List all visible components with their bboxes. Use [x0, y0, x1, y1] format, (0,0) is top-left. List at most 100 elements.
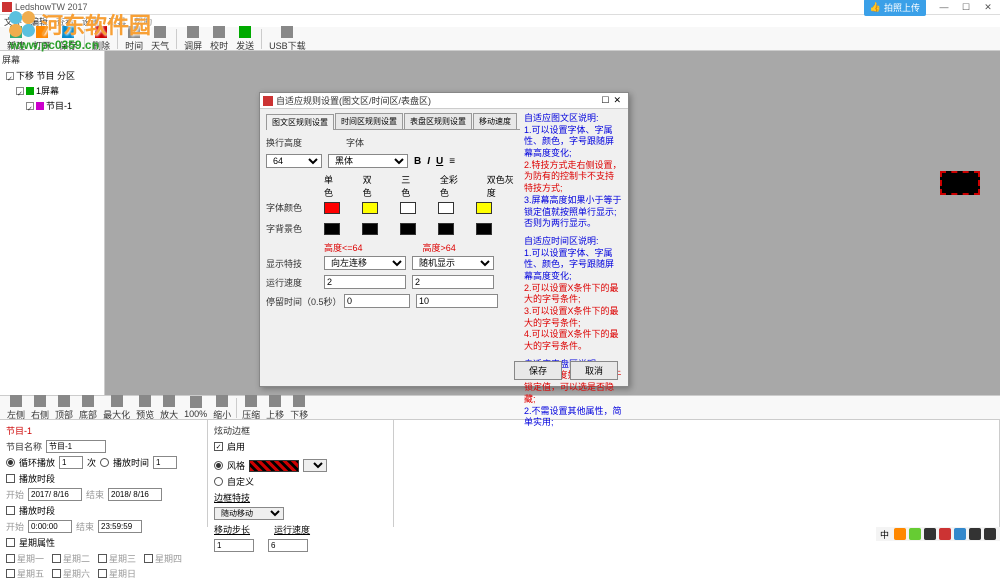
tb-new[interactable]: 新建 — [4, 26, 28, 52]
week-checkbox[interactable] — [98, 569, 107, 578]
upload-button[interactable]: 👍 拍照上传 — [864, 0, 926, 16]
loop-radio[interactable] — [6, 458, 15, 467]
close-button[interactable]: ✕ — [978, 2, 998, 13]
checkbox-icon[interactable] — [16, 87, 24, 95]
border-effect-select[interactable]: 随动移动 — [214, 507, 284, 520]
dialog-close-button[interactable]: ✕ — [609, 95, 625, 106]
program-name-input[interactable] — [46, 440, 106, 453]
btb-zoomin[interactable]: 放大 — [157, 395, 181, 421]
status-icon[interactable] — [969, 528, 981, 540]
status-icon[interactable] — [984, 528, 996, 540]
playtime-radio[interactable] — [100, 458, 109, 467]
tb-save[interactable]: 保存 — [56, 26, 80, 52]
tree-node[interactable]: 1屏幕 — [2, 83, 102, 98]
btb-left[interactable]: 左侧 — [4, 395, 28, 421]
status-icon[interactable] — [924, 528, 936, 540]
week-checkbox[interactable] — [98, 554, 107, 563]
thumb-icon: 👍 — [870, 2, 881, 13]
time-check[interactable] — [6, 506, 15, 515]
align-left-icon[interactable]: ≡ — [449, 156, 455, 167]
week-checkbox[interactable] — [6, 569, 15, 578]
play-icon — [139, 395, 151, 407]
right-icon — [34, 395, 46, 407]
maximize-button[interactable]: ☐ — [956, 2, 976, 13]
week-checkbox[interactable] — [52, 554, 61, 563]
effect1-select[interactable]: 向左连移 — [324, 256, 406, 270]
time-start-input[interactable] — [28, 520, 72, 533]
start-date-input[interactable] — [28, 488, 82, 501]
btb-play[interactable]: 预览 — [133, 395, 157, 421]
enable-border-check[interactable] — [214, 442, 223, 451]
effect2-select[interactable]: 随机显示 — [412, 256, 494, 270]
checkbox-icon[interactable] — [26, 102, 34, 110]
font-select[interactable]: 黑体 — [328, 154, 408, 168]
speed1-input[interactable] — [324, 275, 406, 289]
end-date-input[interactable] — [108, 488, 162, 501]
tb-send[interactable]: 发送 — [233, 26, 257, 52]
color-swatch[interactable] — [438, 223, 454, 235]
cancel-button[interactable]: 取消 — [570, 361, 618, 380]
week-check[interactable] — [6, 538, 15, 547]
checkbox-icon[interactable] — [6, 72, 14, 80]
led-preview[interactable] — [940, 171, 980, 195]
style-select[interactable]: 4 — [303, 459, 327, 472]
playtime-input[interactable] — [153, 456, 177, 469]
tab-time-rule[interactable]: 时间区规则设置 — [335, 113, 403, 129]
schedule-check[interactable] — [6, 474, 15, 483]
btb-bottom[interactable]: 底部 — [76, 395, 100, 421]
custom-radio[interactable] — [214, 477, 223, 486]
color-swatch[interactable] — [400, 223, 416, 235]
color-swatch[interactable] — [362, 223, 378, 235]
dialog-maximize[interactable]: ☐ — [601, 95, 609, 106]
minimize-button[interactable]: — — [934, 2, 954, 13]
week-checkbox[interactable] — [52, 569, 61, 578]
tb-preview[interactable]: 调屏 — [181, 26, 205, 52]
speed2-input[interactable] — [412, 275, 494, 289]
tab-speed[interactable]: 移动速度 — [473, 113, 517, 129]
color-swatch[interactable] — [362, 202, 378, 214]
week-checkbox[interactable] — [6, 554, 15, 563]
stay1-input[interactable] — [344, 294, 410, 308]
italic-button[interactable]: I — [427, 156, 430, 167]
btb-right[interactable]: 右侧 — [28, 395, 52, 421]
tab-image-rule[interactable]: 图文区规则设置 — [266, 114, 334, 130]
style-radio[interactable] — [214, 461, 223, 470]
status-icon[interactable] — [894, 528, 906, 540]
height-select[interactable]: 64 — [266, 154, 322, 168]
bold-button[interactable]: B — [414, 156, 421, 167]
color-swatch[interactable] — [476, 223, 492, 235]
tb-delete[interactable]: 删除 — [89, 26, 113, 52]
btb-top[interactable]: 顶部 — [52, 395, 76, 421]
tb-usb[interactable]: USB下载 — [266, 26, 309, 52]
btb-zoom[interactable]: 100% — [181, 396, 210, 419]
btb-max[interactable]: 最大化 — [100, 395, 133, 421]
color-swatch[interactable] — [324, 223, 340, 235]
stay2-input[interactable] — [416, 294, 498, 308]
status-icon[interactable] — [939, 528, 951, 540]
delete-icon — [95, 26, 107, 38]
tb-weather[interactable]: 天气 — [148, 26, 172, 52]
color-swatch[interactable] — [438, 202, 454, 214]
tree-node[interactable]: 节目-1 — [2, 98, 102, 113]
color-swatch[interactable] — [324, 202, 340, 214]
save-button[interactable]: 保存 — [514, 361, 562, 380]
tab-dial-rule[interactable]: 表盘区规则设置 — [404, 113, 472, 129]
tb-open[interactable]: 打开 — [30, 26, 54, 52]
color-swatch[interactable] — [476, 202, 492, 214]
week-checkbox[interactable] — [144, 554, 153, 563]
node-icon — [26, 87, 34, 95]
tb-time[interactable]: 时间 — [122, 26, 146, 52]
preview-icon — [187, 26, 199, 38]
color-swatch[interactable] — [400, 202, 416, 214]
pattern-preview — [249, 460, 299, 472]
btb-zoomout[interactable]: 缩小 — [210, 395, 234, 421]
tree-panel: 屏幕 下移 节目 分区1屏幕节目-1 — [0, 51, 105, 395]
time-end-input[interactable] — [98, 520, 142, 533]
dialog-icon — [263, 96, 273, 106]
tree-node[interactable]: 下移 节目 分区 — [2, 68, 102, 83]
tb-adjust[interactable]: 校时 — [207, 26, 231, 52]
loop-count-input[interactable] — [59, 456, 83, 469]
underline-button[interactable]: U — [436, 156, 443, 167]
status-icon[interactable] — [909, 528, 921, 540]
status-icon[interactable] — [954, 528, 966, 540]
